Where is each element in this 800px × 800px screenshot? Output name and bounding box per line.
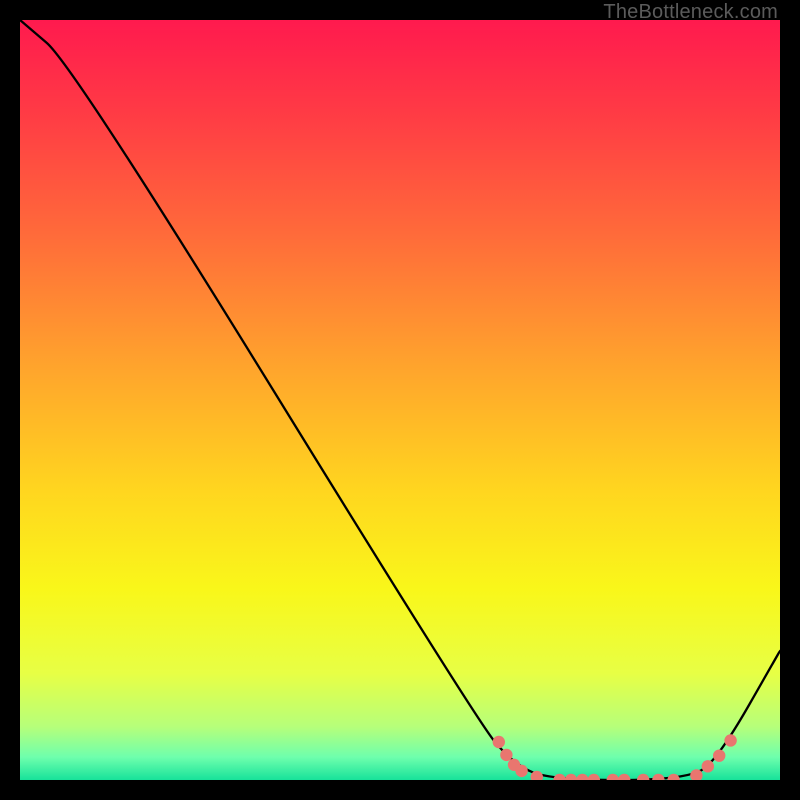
chart-marker [500, 749, 512, 761]
chart-marker [515, 765, 527, 777]
chart-frame: TheBottleneck.com [0, 0, 800, 800]
chart-marker [702, 760, 714, 772]
chart-marker [724, 734, 736, 746]
chart-svg [20, 20, 780, 780]
chart-marker [493, 736, 505, 748]
chart-background [20, 20, 780, 780]
chart-marker [713, 749, 725, 761]
chart-plot [20, 20, 780, 780]
